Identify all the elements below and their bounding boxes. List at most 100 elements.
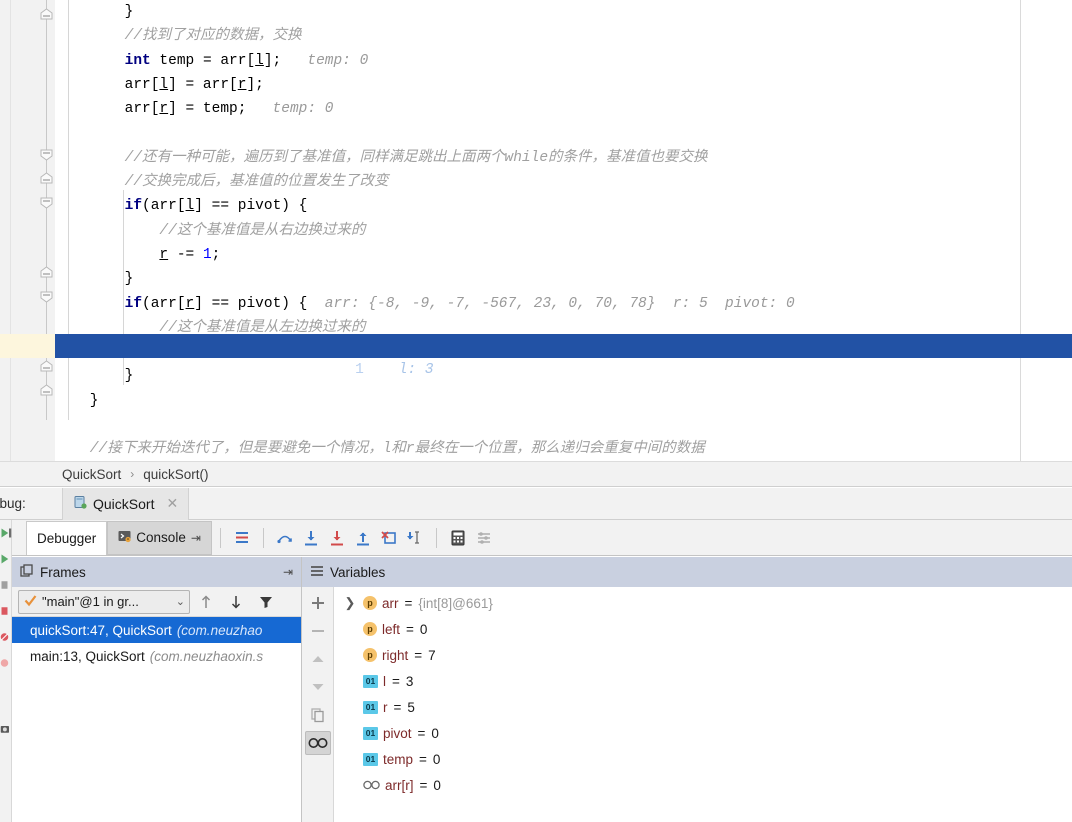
mute-breakpoints-icon[interactable]	[0, 628, 12, 646]
code-line[interactable]	[55, 121, 1020, 145]
chevron-down-icon[interactable]: ⌄	[176, 595, 185, 608]
remove-watch-button[interactable]	[305, 619, 331, 643]
fold-marker-up[interactable]	[39, 8, 54, 21]
toolbar-divider-2	[262, 527, 264, 548]
execution-line-text[interactable]: l += 1; l: 3	[155, 334, 434, 378]
settings-icon[interactable]	[471, 525, 497, 551]
code-text-area[interactable]: } //找到了对应的数据，交换 int temp = arr[l]; temp:…	[55, 0, 1020, 461]
variable-row[interactable]: ❯ p arr = {int[8]@661}	[334, 590, 1072, 616]
code-line[interactable]: }	[55, 389, 1020, 413]
code-line[interactable]	[55, 413, 1020, 437]
breadcrumb-item-class[interactable]: QuickSort	[62, 467, 121, 482]
run-to-cursor-icon[interactable]	[402, 525, 428, 551]
variable-row[interactable]: 01 temp = 0	[334, 746, 1072, 772]
evaluate-expression-icon[interactable]	[445, 525, 471, 551]
toolbar-divider-1	[219, 527, 221, 548]
code-segment: (arr[	[142, 198, 186, 215]
resume-program-icon[interactable]	[0, 524, 12, 542]
variable-name: arr	[382, 595, 399, 611]
variables-panel-title: Variables	[330, 564, 386, 580]
fold-marker-up-2[interactable]	[39, 172, 54, 185]
variables-list[interactable]: ❯ p arr = {int[8]@661} p left = 0 p right = 7 01 l = 3 01…	[334, 587, 1072, 822]
code-segment: ] = temp;	[168, 101, 247, 118]
local-variable-badge-icon: 01	[363, 752, 378, 766]
code-folding-column[interactable]	[38, 0, 56, 461]
variable-row[interactable]: 01 pivot = 0	[334, 720, 1072, 746]
code-segment: //找到了对应的数据，交换	[55, 28, 302, 45]
code-segment: //还有一种可能，遍历到了基准值，同样满足跳出上面两个while的条件，基准值也…	[55, 149, 708, 166]
pin-icon[interactable]: ⇥	[191, 531, 201, 545]
variable-equals: =	[417, 725, 426, 741]
code-line[interactable]: if(arr[r] == pivot) { arr: {-8, -9, -7, …	[55, 292, 1020, 316]
camera-icon[interactable]	[0, 720, 12, 738]
variables-panel-header: Variables	[302, 557, 1072, 587]
code-line[interactable]: //交换完成后，基准值的位置发生了改变	[55, 170, 1020, 194]
fold-marker-up-3[interactable]	[39, 266, 54, 279]
breadcrumb[interactable]: QuickSort › quickSort()	[0, 461, 1072, 487]
restore-layout-icon[interactable]	[0, 654, 12, 672]
fold-marker-down-3[interactable]	[39, 290, 54, 303]
code-line[interactable]: //找到了对应的数据，交换	[55, 24, 1020, 48]
step-over-icon[interactable]	[272, 525, 298, 551]
code-line[interactable]: r -= 1;	[55, 243, 1020, 267]
pin-icon[interactable]: ⇥	[283, 565, 293, 579]
code-line[interactable]: if(arr[l] == pivot) {	[55, 194, 1020, 218]
frame-row[interactable]: quickSort:47, QuickSort (com.neuzhao	[12, 617, 301, 643]
code-segment: r	[159, 246, 169, 263]
expand-chevron-icon[interactable]: ❯	[342, 595, 358, 611]
editor-right-margin	[1020, 0, 1072, 461]
move-watch-up-button[interactable]	[305, 647, 331, 671]
breadcrumb-item-method[interactable]: quickSort()	[143, 467, 208, 482]
fold-marker-up-4[interactable]	[39, 360, 54, 373]
thread-selector-row: "main"@1 in gr... ⌄	[12, 587, 301, 617]
code-editor[interactable]: } //找到了对应的数据，交换 int temp = arr[l]; temp:…	[0, 0, 1072, 461]
drop-frame-icon[interactable]	[376, 525, 402, 551]
tab-debugger[interactable]: Debugger	[26, 520, 108, 555]
code-line[interactable]: arr[l] = arr[r];	[55, 73, 1020, 97]
code-line[interactable]: //这个基准值是从右边换过来的	[55, 219, 1020, 243]
code-line[interactable]: }	[55, 0, 1020, 24]
code-line[interactable]: arr[r] = temp; temp: 0	[55, 97, 1020, 121]
frame-row[interactable]: main:13, QuickSort (com.neuzhaoxin.s	[12, 643, 301, 669]
debug-window-label: ebug:	[0, 496, 26, 511]
chevron-right-icon: ›	[130, 467, 135, 481]
frames-filter-icon[interactable]	[252, 590, 280, 614]
pause-program-icon[interactable]	[0, 550, 12, 568]
show-execution-point-icon[interactable]	[229, 525, 255, 551]
frames-up-icon[interactable]	[192, 590, 220, 614]
variable-row[interactable]: p left = 0	[334, 616, 1072, 642]
move-watch-down-button[interactable]	[305, 675, 331, 699]
step-into-icon[interactable]	[298, 525, 324, 551]
code-line[interactable]: int temp = arr[l]; temp: 0	[55, 49, 1020, 73]
code-line[interactable]: //还有一种可能，遍历到了基准值，同样满足跳出上面两个while的条件，基准值也…	[55, 146, 1020, 170]
execution-line-indent	[207, 362, 311, 378]
copy-value-button[interactable]	[305, 703, 331, 727]
frames-down-icon[interactable]	[222, 590, 250, 614]
stop-icon[interactable]	[0, 576, 12, 594]
frames-list[interactable]: quickSort:47, QuickSort (com.neuzhao main:…	[12, 617, 301, 669]
code-segment: r	[185, 295, 195, 312]
parameter-badge-icon: p	[363, 648, 377, 662]
local-variable-badge-icon: 01	[363, 700, 378, 714]
fold-marker-down-2[interactable]	[39, 196, 54, 209]
code-line[interactable]: //接下来开始迭代了，但是要避免一个情况，l和r最终在一个位置，那么递归会重复中…	[55, 437, 1020, 461]
thread-selector[interactable]: "main"@1 in gr... ⌄	[18, 589, 190, 614]
variable-row[interactable]: p right = 7	[334, 642, 1072, 668]
variable-value: {int[8]@661}	[418, 595, 493, 611]
fold-marker-up-5[interactable]	[39, 384, 54, 397]
fold-marker-down-1[interactable]	[39, 148, 54, 161]
watches-toggle-button[interactable]	[304, 731, 331, 755]
close-icon[interactable]: ✕	[166, 495, 178, 512]
force-step-into-icon[interactable]	[324, 525, 350, 551]
variable-row[interactable]: 01 l = 3	[334, 668, 1072, 694]
variable-row[interactable]: arr[r] = 0	[334, 772, 1072, 798]
debug-session-tab-quicksort[interactable]: QuickSort ✕	[62, 487, 190, 520]
tab-console[interactable]: Console ⇥	[107, 520, 212, 555]
add-watch-button[interactable]	[305, 591, 331, 615]
view-breakpoints-icon[interactable]	[0, 602, 12, 620]
variable-equals: =	[404, 595, 413, 611]
step-out-icon[interactable]	[350, 525, 376, 551]
code-line[interactable]: }	[55, 267, 1020, 291]
variable-row[interactable]: 01 r = 5	[334, 694, 1072, 720]
